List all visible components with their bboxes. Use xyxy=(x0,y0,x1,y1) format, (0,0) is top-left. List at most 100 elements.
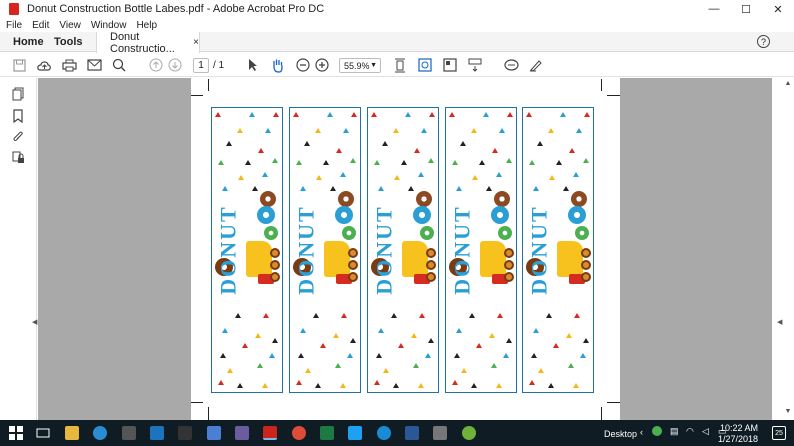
confetti-triangle xyxy=(472,175,478,180)
right-pane: ▲ ◀ ▼ xyxy=(772,78,794,420)
menu-window[interactable]: Window xyxy=(91,20,127,31)
tab-tools[interactable]: Tools xyxy=(54,32,83,52)
scroll-mode-icon[interactable] xyxy=(467,57,483,73)
confetti-triangle xyxy=(351,112,357,117)
design-app-icon[interactable] xyxy=(235,426,249,440)
confetti-triangle xyxy=(343,128,349,133)
tray-app-icon[interactable] xyxy=(652,426,662,436)
excel-icon[interactable] xyxy=(320,426,334,440)
confetti-triangle xyxy=(419,313,425,318)
zoom-in-icon[interactable] xyxy=(314,57,330,73)
truck-wheels xyxy=(426,248,436,288)
confetti-triangle xyxy=(533,186,539,191)
store-icon[interactable] xyxy=(122,426,136,440)
zoom-out-icon[interactable] xyxy=(295,57,311,73)
network-icon[interactable]: ▤ xyxy=(670,426,679,437)
fit-page-icon[interactable] xyxy=(392,57,408,73)
game-app-icon[interactable] xyxy=(178,426,192,440)
menu-help[interactable]: Help xyxy=(136,20,157,31)
hand-tool-icon[interactable] xyxy=(270,57,286,73)
crop-mark xyxy=(601,79,602,91)
comment-icon[interactable] xyxy=(503,57,519,73)
previous-page-icon[interactable] xyxy=(148,57,164,73)
word-processor-icon[interactable] xyxy=(207,426,221,440)
file-explorer-icon[interactable] xyxy=(65,426,79,440)
wheel-donut xyxy=(504,248,514,258)
confetti-triangle xyxy=(583,338,589,343)
confetti-triangle xyxy=(305,368,311,373)
title-bar: Donut Construction Bottle Labes.pdf - Ad… xyxy=(0,0,794,18)
task-view-icon[interactable] xyxy=(36,426,50,440)
bottle-label: DONUT xyxy=(522,107,594,393)
confetti-triangle xyxy=(340,383,346,388)
system-clock[interactable]: 10:22 AM 1/27/2018 xyxy=(718,423,758,445)
construction-truck-illustration xyxy=(324,241,350,277)
confetti-triangle xyxy=(245,160,251,165)
photos-icon[interactable] xyxy=(433,426,447,440)
internet-explorer-icon[interactable] xyxy=(377,426,391,440)
outlook-icon[interactable] xyxy=(405,426,419,440)
media-app-icon[interactable] xyxy=(150,426,164,440)
bookmark-icon[interactable] xyxy=(11,109,25,123)
zoom-level-select[interactable]: 55.9% ▼ xyxy=(339,58,381,73)
construction-truck-illustration xyxy=(402,241,428,277)
highlight-pen-icon[interactable] xyxy=(528,57,544,73)
upload-cloud-icon[interactable] xyxy=(36,57,52,73)
next-page-icon[interactable] xyxy=(167,57,183,73)
evernote-icon[interactable] xyxy=(462,426,476,440)
confetti-triangle xyxy=(237,383,243,388)
chrome-icon[interactable] xyxy=(292,426,306,440)
wifi-icon[interactable]: ◠ xyxy=(686,426,694,437)
confetti-triangle xyxy=(296,160,302,165)
page-thumbnails-icon[interactable] xyxy=(11,87,25,101)
confetti-triangle xyxy=(456,186,462,191)
minimize-button[interactable]: — xyxy=(698,0,730,18)
close-button[interactable]: ✕ xyxy=(762,0,794,18)
tab-home[interactable]: Home xyxy=(13,32,44,52)
scroll-down-icon[interactable]: ▼ xyxy=(782,408,794,415)
menu-view[interactable]: View xyxy=(59,20,81,31)
volume-icon[interactable]: ◁ xyxy=(702,426,709,437)
confetti-triangle xyxy=(323,160,329,165)
confetti-triangle xyxy=(471,128,477,133)
print-icon[interactable] xyxy=(61,57,77,73)
rotate-view-icon[interactable] xyxy=(417,57,433,73)
confetti-triangle xyxy=(507,112,513,117)
scroll-up-icon[interactable]: ▲ xyxy=(782,80,794,87)
expand-right-pane-icon[interactable]: ◀ xyxy=(777,318,782,326)
donut-illustration xyxy=(498,226,512,240)
select-cursor-icon[interactable] xyxy=(245,57,261,73)
wheel-donut xyxy=(581,260,591,270)
confetti-triangle xyxy=(580,353,586,358)
tab-document-label: Donut Constructio... xyxy=(110,30,175,55)
search-icon[interactable] xyxy=(111,57,127,73)
help-icon[interactable]: ? xyxy=(757,35,770,48)
notification-center-icon[interactable]: 25 xyxy=(772,426,786,440)
confetti-triangle xyxy=(548,128,554,133)
tab-document[interactable]: Donut Constructio... × xyxy=(96,30,200,55)
acrobat-taskbar-icon[interactable] xyxy=(263,426,277,440)
collapse-left-pane-icon[interactable]: ◀ xyxy=(32,318,37,326)
menu-edit[interactable]: Edit xyxy=(32,20,49,31)
attachment-icon[interactable] xyxy=(11,130,25,144)
confetti-triangle xyxy=(300,186,306,191)
desktop-toolbar-label[interactable]: Desktop xyxy=(604,429,637,439)
tab-close-icon[interactable]: × xyxy=(193,37,199,48)
email-icon[interactable] xyxy=(86,57,102,73)
chevron-down-icon: ▼ xyxy=(370,62,377,69)
maximize-button[interactable]: ☐ xyxy=(730,0,762,18)
confetti-triangle xyxy=(428,338,434,343)
confetti-triangle xyxy=(479,160,485,165)
skype-icon[interactable] xyxy=(93,426,107,440)
chevron-up-icon[interactable]: ‹ xyxy=(640,427,643,437)
save-icon[interactable] xyxy=(11,57,27,73)
bottle-label: DONUT xyxy=(211,107,283,393)
security-lock-icon[interactable] xyxy=(11,151,25,165)
menu-file[interactable]: File xyxy=(6,20,22,31)
twitter-icon[interactable] xyxy=(348,426,362,440)
confetti-triangle xyxy=(491,363,497,368)
windows-start-icon[interactable] xyxy=(9,426,23,440)
confetti-triangle xyxy=(421,128,427,133)
page-number-input[interactable]: 1 xyxy=(193,58,209,73)
full-screen-icon[interactable] xyxy=(442,57,458,73)
